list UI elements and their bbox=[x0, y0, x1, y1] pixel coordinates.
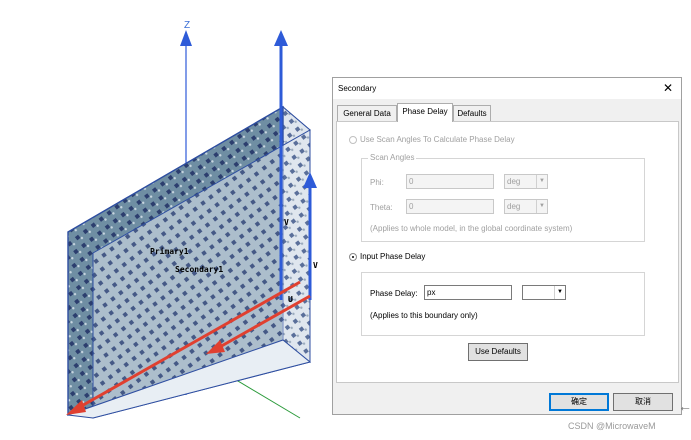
theta-unit-select[interactable]: deg ▼ bbox=[504, 199, 548, 214]
ok-button[interactable]: 确定 bbox=[549, 393, 609, 411]
tab-defaults[interactable]: Defaults bbox=[453, 105, 491, 121]
scan-angles-option-label: Use Scan Angles To Calculate Phase Delay bbox=[360, 135, 515, 144]
phase-delay-panel: Use Scan Angles To Calculate Phase Delay… bbox=[336, 121, 679, 383]
dialog-titlebar[interactable]: Secondary ✕ bbox=[333, 78, 681, 99]
scan-angles-radio[interactable] bbox=[349, 136, 357, 144]
chevron-down-icon: ▼ bbox=[554, 286, 565, 299]
phi-unit-select[interactable]: deg ▼ bbox=[504, 174, 548, 189]
model-3d-view[interactable]: Z Primary1 Secondary1 V V U bbox=[0, 0, 340, 440]
watermark: CSDN @MicrowaveM bbox=[568, 421, 656, 431]
primary-boundary-label: Primary1 bbox=[150, 246, 189, 256]
secondary-dialog: Secondary ✕ General Data Phase Delay Def… bbox=[332, 77, 682, 415]
close-icon[interactable]: ✕ bbox=[663, 81, 673, 95]
z-axis-label: Z bbox=[184, 20, 190, 31]
theta-label: Theta: bbox=[370, 203, 393, 212]
tab-phase-delay[interactable]: Phase Delay bbox=[397, 103, 453, 122]
theta-unit-value: deg bbox=[507, 202, 521, 211]
phi-input[interactable]: 0 bbox=[406, 174, 494, 189]
arrow-cursor-icon: ← bbox=[678, 398, 691, 414]
phi-unit-value: deg bbox=[507, 177, 521, 186]
dialog-title: Secondary bbox=[338, 84, 377, 93]
input-phase-delay-label: Input Phase Delay bbox=[360, 252, 426, 261]
use-defaults-button[interactable]: Use Defaults bbox=[468, 343, 528, 361]
u-axis-label: U bbox=[288, 295, 293, 304]
tab-general-data[interactable]: General Data bbox=[337, 105, 397, 121]
vector-v-arrowhead-1 bbox=[274, 30, 288, 46]
chevron-down-icon: ▼ bbox=[536, 175, 547, 188]
phase-delay-note: (Applies to this boundary only) bbox=[370, 311, 478, 320]
chevron-down-icon: ▼ bbox=[536, 200, 547, 213]
phi-label: Phi: bbox=[370, 178, 384, 187]
scan-angles-note: (Applies to whole model, in the global c… bbox=[370, 224, 573, 233]
phase-delay-group: Phase Delay: px ▼ (Applies to this bound… bbox=[361, 272, 645, 336]
v-axis-label-1: V bbox=[284, 218, 289, 227]
theta-input[interactable]: 0 bbox=[406, 199, 494, 214]
phase-delay-unit-select[interactable]: ▼ bbox=[522, 285, 566, 300]
phase-delay-input[interactable]: px bbox=[424, 285, 512, 300]
scan-angles-group: Scan Angles Phi: 0 deg ▼ Theta: 0 deg ▼ … bbox=[361, 153, 645, 242]
input-phase-delay-radio[interactable] bbox=[349, 253, 357, 261]
secondary-boundary-label: Secondary1 bbox=[175, 265, 223, 274]
z-axis-arrowhead bbox=[180, 30, 192, 46]
v-axis-label-2: V bbox=[313, 261, 318, 270]
scan-angles-legend: Scan Angles bbox=[368, 153, 417, 162]
cancel-button[interactable]: 取消 bbox=[613, 393, 673, 411]
phase-delay-label: Phase Delay: bbox=[370, 289, 418, 298]
